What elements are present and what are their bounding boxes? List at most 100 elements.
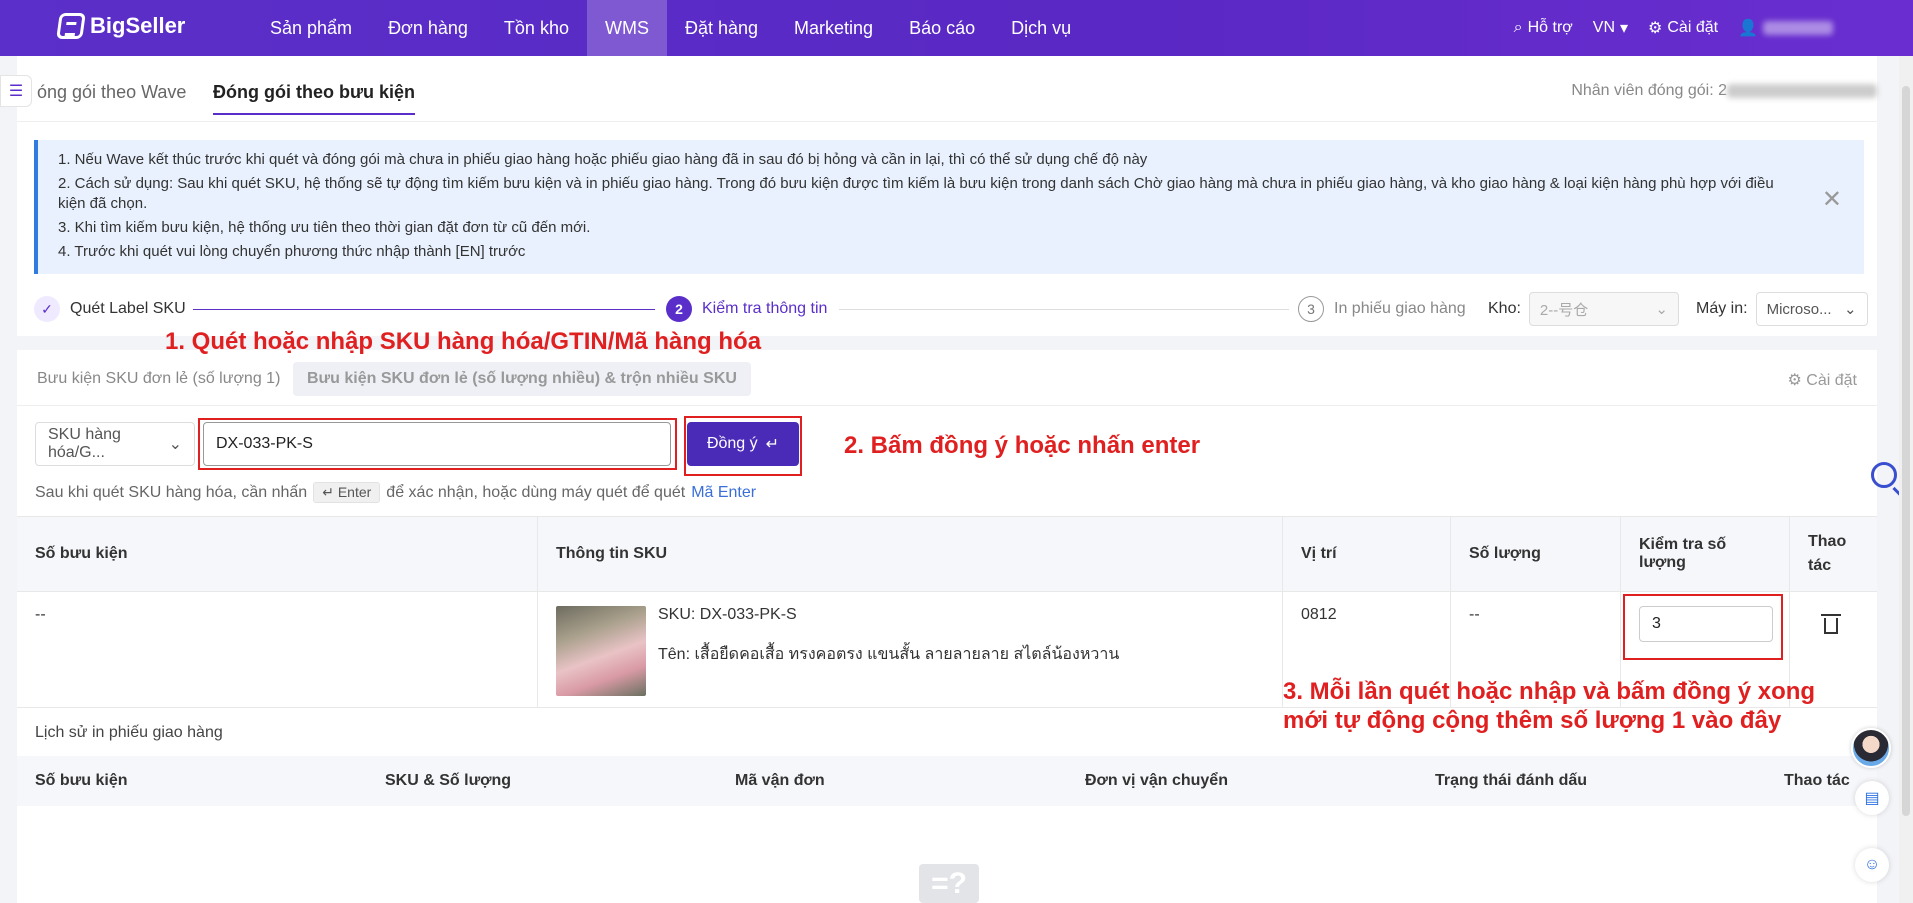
step-connector-1 bbox=[193, 309, 655, 310]
notice-box: 1. Nếu Wave kết thúc trước khi quét và đ… bbox=[34, 140, 1864, 274]
sku-texts: SKU: DX-033-PK-S Tên: เสื้อยืดคอเสื้อ ทร… bbox=[658, 606, 1119, 696]
hint-text-after: để xác nhận, hoặc dùng máy quét để quét bbox=[386, 483, 686, 501]
col-sku-info: Thông tin SKU bbox=[538, 517, 1283, 591]
step-3-number: 3 bbox=[1298, 296, 1324, 322]
parcel-type-tabs: Bưu kiện SKU đơn lẻ (số lượng 1) Bưu kiệ… bbox=[17, 350, 1877, 406]
enter-code-link[interactable]: Mã Enter bbox=[691, 484, 756, 502]
search-icon: ⌕ bbox=[1513, 19, 1523, 36]
user-name-blurred bbox=[1763, 21, 1833, 35]
enter-key-label: Enter bbox=[337, 484, 372, 500]
chevron-down-icon: ⌄ bbox=[168, 436, 182, 453]
col-check-qty: Kiểm tra số lượng bbox=[1621, 517, 1790, 591]
chevron-down-icon: ⌄ bbox=[1655, 301, 1668, 318]
nav-item-reports[interactable]: Báo cáo bbox=[891, 0, 993, 56]
product-name: Tên: เสื้อยืดคอเสื้อ ทรงคอตรง แขนสั้น ลา… bbox=[658, 646, 1120, 663]
chat-icon[interactable]: ▤ bbox=[1855, 781, 1889, 815]
history-table-header: Số bưu kiện SKU & Số lượng Mã vận đơn Đơ… bbox=[17, 756, 1877, 806]
packer-info: Nhân viên đóng gói: 2 bbox=[1571, 82, 1877, 100]
col-actions: Thao tác bbox=[1808, 533, 1847, 574]
main-panel: óng gói theo Wave Đóng gói theo bưu kiện… bbox=[17, 56, 1877, 903]
tab-pack-by-parcel[interactable]: Đóng gói theo bưu kiện bbox=[213, 82, 416, 115]
notice-line-2: 2. Cách sử dụng: Sau khi quét SKU, hệ th… bbox=[58, 175, 1774, 212]
annotation-step-3-line-2: mới tự động cộng thêm số lượng 1 vào đây bbox=[1283, 707, 1782, 734]
nav-item-marketing[interactable]: Marketing bbox=[776, 0, 891, 56]
step-3-label: In phiếu giao hàng bbox=[1334, 300, 1466, 317]
nav-menu: Sản phẩm Đơn hàng Tồn kho WMS Đặt hàng M… bbox=[252, 0, 1089, 56]
nav-item-products[interactable]: Sản phẩm bbox=[252, 0, 370, 56]
trash-icon[interactable] bbox=[1821, 614, 1841, 634]
scan-type-select[interactable]: SKU hàng hóa/G... ⌄ bbox=[35, 422, 195, 466]
col-quantity: Số lượng bbox=[1451, 517, 1621, 591]
floating-search-icon[interactable] bbox=[1871, 462, 1897, 488]
tab-pack-by-wave[interactable]: óng gói theo Wave bbox=[37, 82, 186, 103]
annotation-step-3-line-1: 3. Mỗi lần quét hoặc nhập và bấm đồng ý … bbox=[1283, 678, 1816, 705]
hist-col-parcel-no: Số bưu kiện bbox=[35, 772, 128, 789]
warehouse-filter: Kho: 2--号仓 ⌄ bbox=[1488, 292, 1679, 326]
printer-select[interactable]: Microso... ⌄ bbox=[1755, 292, 1868, 326]
mode-tabs: óng gói theo Wave Đóng gói theo bưu kiện… bbox=[17, 56, 1877, 122]
settings-link[interactable]: ⚙ Cài đặt bbox=[1648, 18, 1718, 38]
step-2-label: Kiểm tra thông tin bbox=[702, 300, 828, 317]
gear-icon: ⚙ bbox=[1648, 20, 1663, 37]
tab-single-sku-qty1[interactable]: Bưu kiện SKU đơn lẻ (số lượng 1) bbox=[23, 362, 294, 396]
close-icon[interactable]: ✕ bbox=[1822, 188, 1842, 212]
printer-label: Máy in: bbox=[1696, 300, 1748, 317]
printer-value: Microso... bbox=[1766, 300, 1832, 318]
product-thumbnail[interactable] bbox=[556, 606, 646, 696]
user-icon: 👤 bbox=[1738, 20, 1758, 37]
highlight-box-qty bbox=[1623, 594, 1783, 660]
annotation-step-2: 2. Bấm đồng ý hoặc nhấn enter bbox=[844, 432, 1201, 459]
step-print-slip: 3 In phiếu giao hàng bbox=[1298, 296, 1466, 322]
scan-settings-link[interactable]: ⚙ Cài đặt bbox=[1788, 370, 1858, 390]
logo-icon bbox=[56, 13, 86, 39]
tab-single-sku-multi[interactable]: Bưu kiện SKU đơn lẻ (số lượng nhiều) & t… bbox=[293, 362, 751, 396]
hist-col-sku-qty: SKU & Số lượng bbox=[385, 772, 512, 789]
top-nav: BigSeller Sản phẩm Đơn hàng Tồn kho WMS … bbox=[0, 0, 1913, 56]
nav-item-wms[interactable]: WMS bbox=[586, 0, 667, 56]
language-select[interactable]: VN ▾ bbox=[1593, 18, 1628, 38]
sku-info-block: SKU: DX-033-PK-S Tên: เสื้อยืดคอเสื้อ ทร… bbox=[556, 606, 1264, 696]
gear-icon: ⚙ bbox=[1787, 372, 1802, 389]
warehouse-label: Kho: bbox=[1488, 300, 1521, 317]
support-link[interactable]: ⌕ Hỗ trợ bbox=[1514, 19, 1573, 37]
table-header: Số bưu kiện Thông tin SKU Vị trí Số lượn… bbox=[17, 516, 1877, 592]
scrollbar-track-thumb[interactable] bbox=[1902, 86, 1910, 816]
nav-item-purchase[interactable]: Đặt hàng bbox=[667, 0, 776, 56]
nav-item-services[interactable]: Dịch vụ bbox=[993, 0, 1089, 56]
step-2-number: 2 bbox=[666, 296, 692, 322]
nav-right: ⌕ Hỗ trợ VN ▾ ⚙ Cài đặt 👤 bbox=[1514, 0, 1833, 56]
scan-type-value: SKU hàng hóa/G... bbox=[48, 426, 121, 461]
notice-line-3: 3. Khi tìm kiếm bưu kiện, hệ thống ưu ti… bbox=[58, 219, 591, 236]
scan-settings-label: Cài đặt bbox=[1806, 372, 1857, 389]
nav-item-inventory[interactable]: Tồn kho bbox=[486, 0, 587, 56]
nav-item-orders[interactable]: Đơn hàng bbox=[370, 0, 486, 56]
bigseller-logo[interactable]: BigSeller bbox=[56, 13, 186, 39]
cell-sku-info: SKU: DX-033-PK-S Tên: เสื้อยืดคอเสื้อ ทร… bbox=[538, 592, 1283, 707]
print-history-title: Lịch sử in phiếu giao hàng bbox=[35, 724, 223, 741]
vertical-scrollbar[interactable] bbox=[1899, 56, 1913, 903]
sidebar-toggle-icon[interactable]: ☰ bbox=[0, 75, 32, 107]
hist-col-actions: Thao tác bbox=[1784, 772, 1850, 789]
col-location: Vị trí bbox=[1283, 517, 1451, 591]
smile-icon[interactable]: ☺ bbox=[1855, 848, 1889, 882]
scan-hint: Sau khi quét SKU hàng hóa, cần nhấn ↵ En… bbox=[35, 482, 756, 503]
warehouse-select[interactable]: 2--号仓 ⌄ bbox=[1528, 292, 1679, 326]
cell-parcel-no: -- bbox=[17, 592, 538, 707]
notice-line-4: 4. Trước khi quét vui lòng chuyển phương… bbox=[58, 243, 526, 260]
hist-col-mark-status: Trạng thái đánh dấu bbox=[1435, 772, 1588, 789]
language-label: VN bbox=[1592, 19, 1615, 36]
packer-label: Nhân viên đóng gói: 2 bbox=[1571, 82, 1727, 99]
warehouse-value: 2--号仓 bbox=[1539, 301, 1589, 319]
caret-down-icon: ▾ bbox=[1620, 20, 1629, 37]
printer-filter: Máy in: Microso... ⌄ bbox=[1696, 292, 1868, 326]
highlight-box-input bbox=[198, 418, 677, 470]
check-icon: ✓ bbox=[34, 296, 60, 322]
empty-state-icon: =? bbox=[919, 864, 979, 903]
sku-code: SKU: DX-033-PK-S bbox=[658, 606, 797, 623]
logo-text: BigSeller bbox=[90, 13, 186, 38]
enter-key-badge: ↵ Enter bbox=[313, 482, 381, 503]
step-1-label: Quét Label SKU bbox=[70, 300, 186, 317]
packer-email-blurred bbox=[1727, 83, 1877, 98]
user-menu[interactable]: 👤 bbox=[1738, 18, 1833, 38]
support-avatar[interactable] bbox=[1851, 728, 1891, 768]
